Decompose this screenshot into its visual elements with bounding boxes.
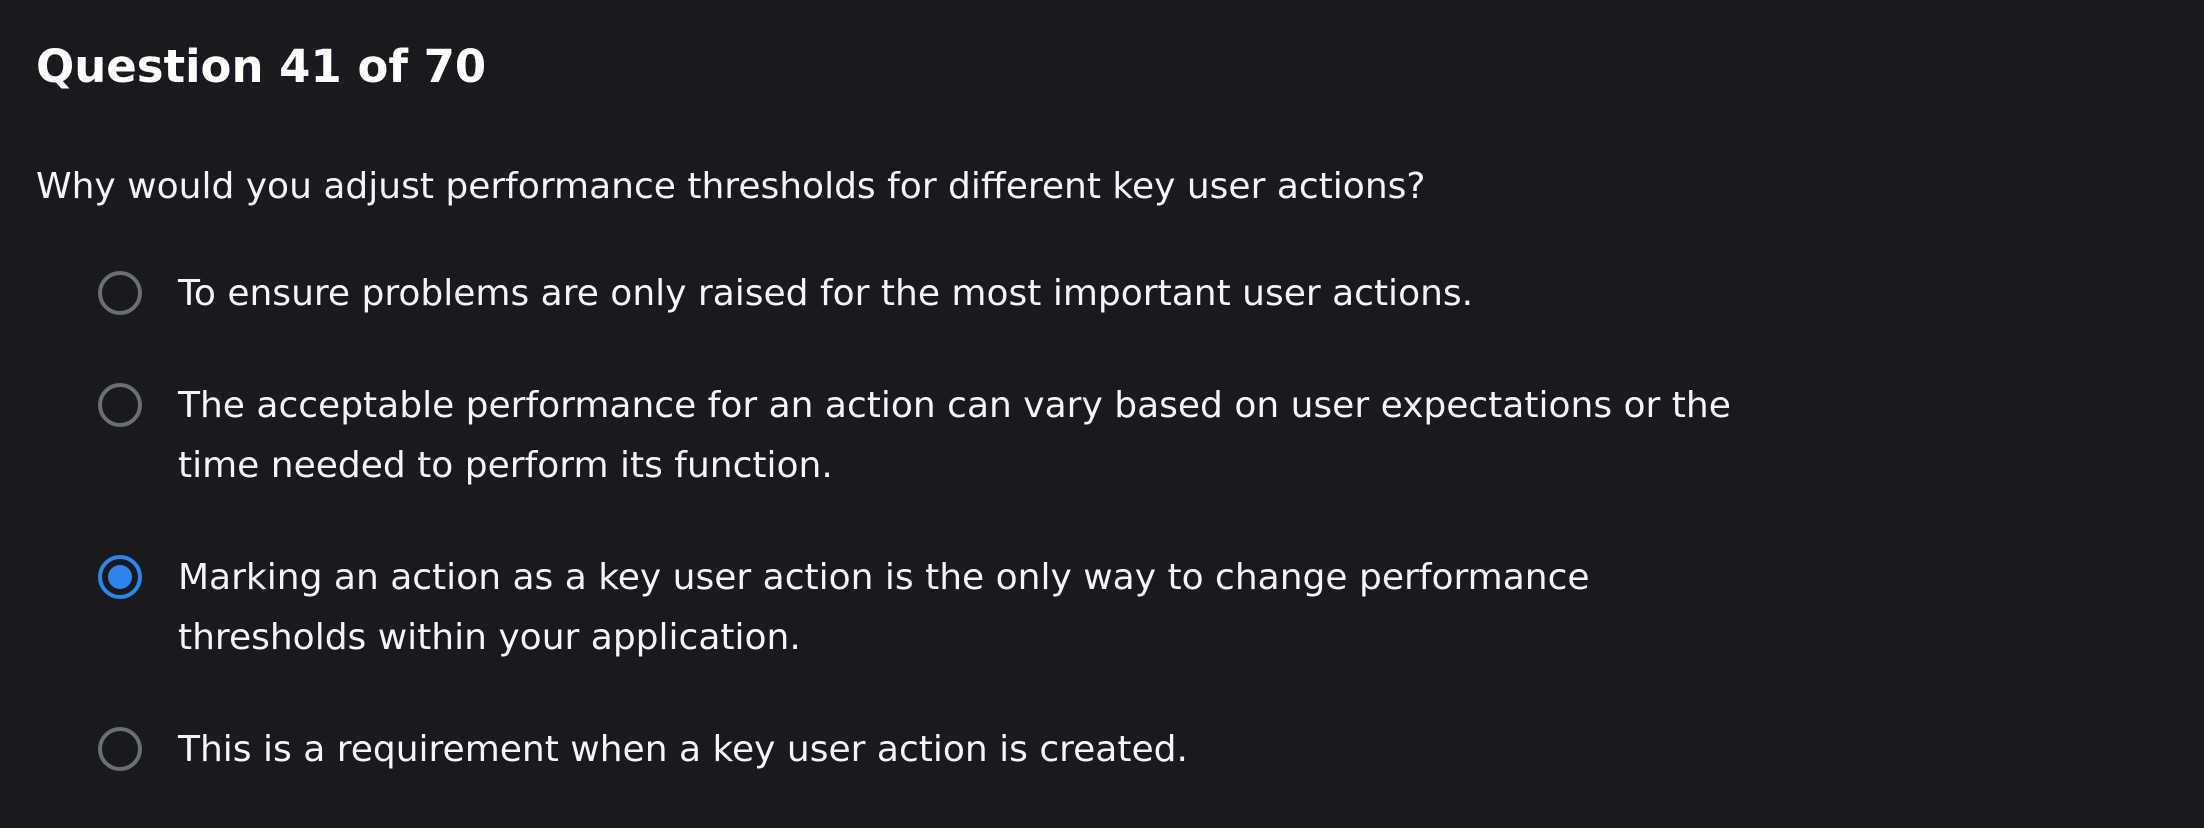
answer-option-label[interactable]: To ensure problems are only raised for t… bbox=[178, 264, 1473, 324]
answer-option-1[interactable]: To ensure problems are only raised for t… bbox=[98, 264, 1898, 324]
radio-button-2[interactable] bbox=[98, 383, 142, 427]
answer-options: To ensure problems are only raised for t… bbox=[98, 264, 1898, 828]
answer-option-label[interactable]: Marking an action as a key user action i… bbox=[178, 548, 1748, 668]
quiz-panel: Question 41 of 70 Why would you adjust p… bbox=[0, 0, 2204, 828]
answer-option-2[interactable]: The acceptable performance for an action… bbox=[98, 376, 1898, 496]
question-counter-title: Question 41 of 70 bbox=[36, 40, 487, 93]
question-text: Why would you adjust performance thresho… bbox=[36, 166, 1426, 207]
radio-button-4[interactable] bbox=[98, 727, 142, 771]
answer-option-label[interactable]: The acceptable performance for an action… bbox=[178, 376, 1748, 496]
answer-option-label[interactable]: This is a requirement when a key user ac… bbox=[178, 720, 1188, 780]
answer-option-4[interactable]: This is a requirement when a key user ac… bbox=[98, 720, 1898, 780]
answer-option-3[interactable]: Marking an action as a key user action i… bbox=[98, 548, 1898, 668]
radio-button-1[interactable] bbox=[98, 271, 142, 315]
radio-button-3[interactable] bbox=[98, 555, 142, 599]
